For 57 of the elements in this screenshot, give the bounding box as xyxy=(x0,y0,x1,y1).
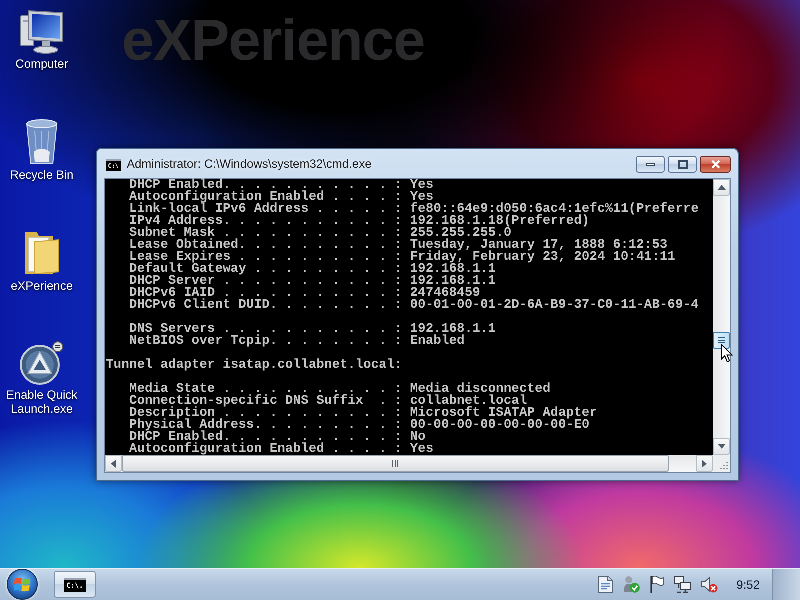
console-line: Subnet Mask . . . . . . . . . . . : 255.255.255.0 xyxy=(128,227,512,239)
desktop-shortcut[interactable]: Computer xyxy=(0,10,84,71)
console-line: Link-local IPv6 Address . . . . . : fe80::64e9:d050:6ac4:1efc%11(Preferre xyxy=(128,203,700,215)
console-line: DHCP Server . . . . . . . . . . . : 192.168.1.1 xyxy=(128,275,498,287)
console-line: Autoconfiguration Enabled . . . . : Yes xyxy=(128,191,434,203)
folder-icon xyxy=(23,230,61,276)
clock[interactable]: 9:52 xyxy=(736,578,760,592)
console-line: DHCP Enabled. . . . . . . . . . . : No xyxy=(128,431,426,443)
scroll-up-button[interactable] xyxy=(713,179,730,196)
start-button[interactable] xyxy=(7,569,38,600)
desktop-shortcut[interactable]: eXPerience xyxy=(0,230,84,293)
console-line: DHCPv6 IAID . . . . . . . . . . . : 247468459 xyxy=(128,287,480,299)
console-line: Default Gateway . . . . . . . . . : 192.168.1.1 xyxy=(128,263,496,275)
grip-icon xyxy=(718,337,725,344)
console-line: DNS Servers . . . . . . . . . . . : 192.168.1.1 xyxy=(128,323,498,335)
left-arrow-icon xyxy=(111,460,116,468)
minimize-icon xyxy=(646,163,655,166)
console-line: Media State . . . . . . . . . . . : Media disconnected xyxy=(128,383,552,395)
close-button[interactable] xyxy=(700,156,731,173)
up-arrow-icon xyxy=(718,185,726,190)
console-line: Physical Address. . . . . . . . . : 00-00-00-00-00-00-00-E0 xyxy=(128,419,590,431)
wavy-flag-icon xyxy=(14,576,31,592)
vertical-scrollbar[interactable] xyxy=(713,179,730,455)
mouse-pointer-icon xyxy=(721,344,733,363)
console-line: Connection-specific DNS Suffix . : collabnet.local xyxy=(128,395,528,407)
console-line: NetBIOS over Tcpip. . . . . . . . : Enabled xyxy=(128,335,466,347)
console-heading: Tunnel adapter isatap.collabnet.local: xyxy=(106,359,404,371)
desktop-shortcut[interactable]: Enable Quick Launch.exe xyxy=(0,341,84,416)
check-badge-icon[interactable] xyxy=(622,576,640,593)
desktop-shortcut[interactable]: Recycle Bin xyxy=(0,119,84,182)
console-line: DHCPv6 Client DUID. . . . . . . . : 00-01-00-01-2D-6A-B9-37-C0-11-AB-69-4 xyxy=(128,299,700,311)
network-icon[interactable] xyxy=(674,576,691,593)
console-line: Description . . . . . . . . . . . : Microsoft ISATAP Adapter xyxy=(128,407,598,419)
down-arrow-icon xyxy=(718,444,726,449)
triangle-disc-icon xyxy=(20,341,64,385)
console-line: Lease Obtained. . . . . . . . . . : Tuesday, January 17, 1888 6:12:53 xyxy=(128,239,668,251)
grip-icon xyxy=(392,460,399,467)
minimize-button[interactable] xyxy=(636,156,665,173)
scrollbar-thumb[interactable] xyxy=(713,332,730,349)
recycle-bin-icon xyxy=(25,119,59,165)
computer-icon xyxy=(20,10,64,54)
scroll-left-button[interactable] xyxy=(105,455,122,472)
scroll-right-button[interactable] xyxy=(696,455,713,472)
speaker-muted-icon[interactable] xyxy=(700,576,718,593)
console-line: Lease Expires . . . . . . . . . . : Friday, February 23, 2024 10:41:11 xyxy=(128,251,676,263)
size-grip-icon[interactable] xyxy=(719,461,728,470)
window-title: Administrator: C:\Windows\system32\cmd.exe xyxy=(127,157,372,172)
document-icon[interactable] xyxy=(598,576,613,593)
right-arrow-icon xyxy=(702,460,707,468)
flag-icon[interactable] xyxy=(650,576,664,593)
maximize-icon xyxy=(678,160,688,169)
console-line: Autoconfiguration Enabled . . . . : Yes xyxy=(128,443,435,455)
console-line: DHCP Enabled. . . . . . . . . . . : Yes xyxy=(128,179,435,191)
scroll-down-button[interactable] xyxy=(713,438,730,455)
console-line: IPv4 Address. . . . . . . . . . . : 192.168.1.18(Preferred) xyxy=(128,215,590,227)
close-icon xyxy=(710,160,720,169)
maximize-button[interactable] xyxy=(668,156,697,173)
